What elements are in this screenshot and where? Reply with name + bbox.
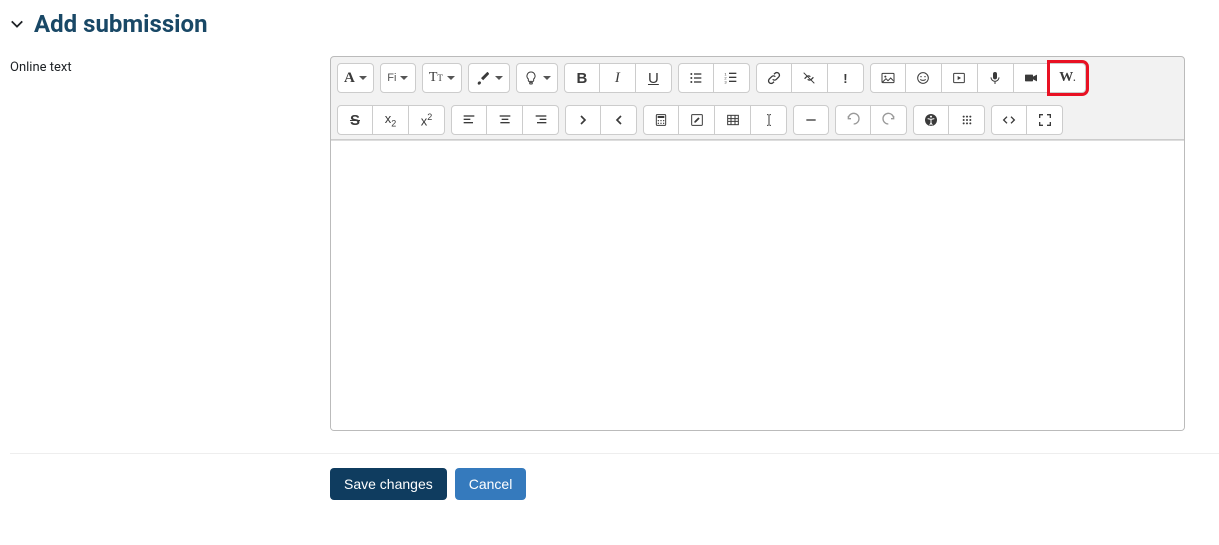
html-source-button[interactable] bbox=[991, 105, 1027, 135]
svg-text:3: 3 bbox=[725, 79, 728, 84]
horizontal-rule-button[interactable] bbox=[793, 105, 829, 135]
media-button[interactable] bbox=[942, 63, 978, 93]
record-audio-button[interactable] bbox=[978, 63, 1014, 93]
emoji-icon bbox=[915, 70, 931, 86]
undo-icon bbox=[845, 112, 861, 128]
brush-icon bbox=[475, 70, 491, 86]
bullet-list-button[interactable] bbox=[678, 63, 714, 93]
redo-button[interactable] bbox=[871, 105, 907, 135]
caret-down-icon bbox=[359, 76, 367, 80]
bold-button[interactable]: B bbox=[564, 63, 600, 93]
image-icon bbox=[880, 70, 896, 86]
edit-button[interactable] bbox=[679, 105, 715, 135]
align-center-icon bbox=[497, 112, 513, 128]
font-family-dropdown[interactable]: Fi bbox=[380, 63, 416, 93]
page-heading: Add submission bbox=[34, 10, 208, 38]
unlink-button[interactable] bbox=[792, 63, 828, 93]
grid-dots-icon bbox=[959, 112, 975, 128]
subscript-button[interactable]: x2 bbox=[373, 105, 409, 135]
align-right-button[interactable] bbox=[523, 105, 559, 135]
table-icon bbox=[725, 112, 741, 128]
edit-icon bbox=[689, 112, 705, 128]
cancel-button[interactable]: Cancel bbox=[455, 468, 527, 500]
calculator-icon bbox=[653, 112, 669, 128]
wiris-editor-button[interactable]: W. bbox=[1050, 63, 1086, 93]
code-icon bbox=[1001, 112, 1017, 128]
media-icon bbox=[951, 70, 967, 86]
caret-down-icon bbox=[400, 76, 408, 80]
accessibility-icon bbox=[923, 112, 939, 128]
align-right-icon bbox=[533, 112, 549, 128]
italic-button[interactable]: I bbox=[600, 63, 636, 93]
unlink-icon bbox=[801, 70, 817, 86]
clear-format-button[interactable] bbox=[751, 105, 787, 135]
bullet-list-icon bbox=[688, 70, 704, 86]
undo-button[interactable] bbox=[835, 105, 871, 135]
emoji-button[interactable] bbox=[906, 63, 942, 93]
table-button[interactable] bbox=[715, 105, 751, 135]
record-video-button[interactable] bbox=[1014, 63, 1050, 93]
numbered-list-icon: 123 bbox=[723, 70, 739, 86]
link-icon bbox=[766, 70, 782, 86]
accessibility-check-button[interactable] bbox=[913, 105, 949, 135]
strikethrough-button[interactable]: S bbox=[337, 105, 373, 135]
redo-icon bbox=[881, 112, 897, 128]
font-size-dropdown[interactable]: TT bbox=[422, 63, 462, 93]
minus-icon bbox=[803, 112, 819, 128]
no-autolink-button[interactable]: ! bbox=[828, 63, 864, 93]
caret-down-icon bbox=[495, 76, 503, 80]
chevron-right-icon bbox=[575, 112, 591, 128]
collapse-toggle-icon[interactable] bbox=[10, 17, 24, 31]
chevron-left-icon bbox=[611, 112, 627, 128]
superscript-button[interactable]: x2 bbox=[409, 105, 445, 135]
underline-button[interactable]: U bbox=[636, 63, 672, 93]
font-color-dropdown[interactable] bbox=[468, 63, 510, 93]
expand-icon bbox=[1037, 112, 1053, 128]
link-button[interactable] bbox=[756, 63, 792, 93]
font-style-dropdown[interactable]: A bbox=[337, 63, 374, 93]
online-text-label: Online text bbox=[10, 56, 310, 75]
save-changes-button[interactable]: Save changes bbox=[330, 468, 447, 500]
caret-down-icon bbox=[447, 76, 455, 80]
indent-button[interactable] bbox=[565, 105, 601, 135]
screen-reader-button[interactable] bbox=[949, 105, 985, 135]
align-left-button[interactable] bbox=[451, 105, 487, 135]
fullscreen-button[interactable] bbox=[1027, 105, 1063, 135]
more-options-dropdown[interactable] bbox=[516, 63, 558, 93]
text-cursor-icon bbox=[761, 112, 777, 128]
outdent-button[interactable] bbox=[601, 105, 637, 135]
editor-toolbar: A Fi TT bbox=[331, 57, 1184, 140]
image-button[interactable] bbox=[870, 63, 906, 93]
editor-content-area[interactable] bbox=[331, 140, 1184, 430]
video-camera-icon bbox=[1023, 70, 1039, 86]
caret-down-icon bbox=[543, 76, 551, 80]
equation-button[interactable] bbox=[643, 105, 679, 135]
rich-text-editor: A Fi TT bbox=[330, 56, 1185, 431]
numbered-list-button[interactable]: 123 bbox=[714, 63, 750, 93]
lightbulb-icon bbox=[523, 70, 539, 86]
microphone-icon bbox=[987, 70, 1003, 86]
align-left-icon bbox=[461, 112, 477, 128]
align-center-button[interactable] bbox=[487, 105, 523, 135]
